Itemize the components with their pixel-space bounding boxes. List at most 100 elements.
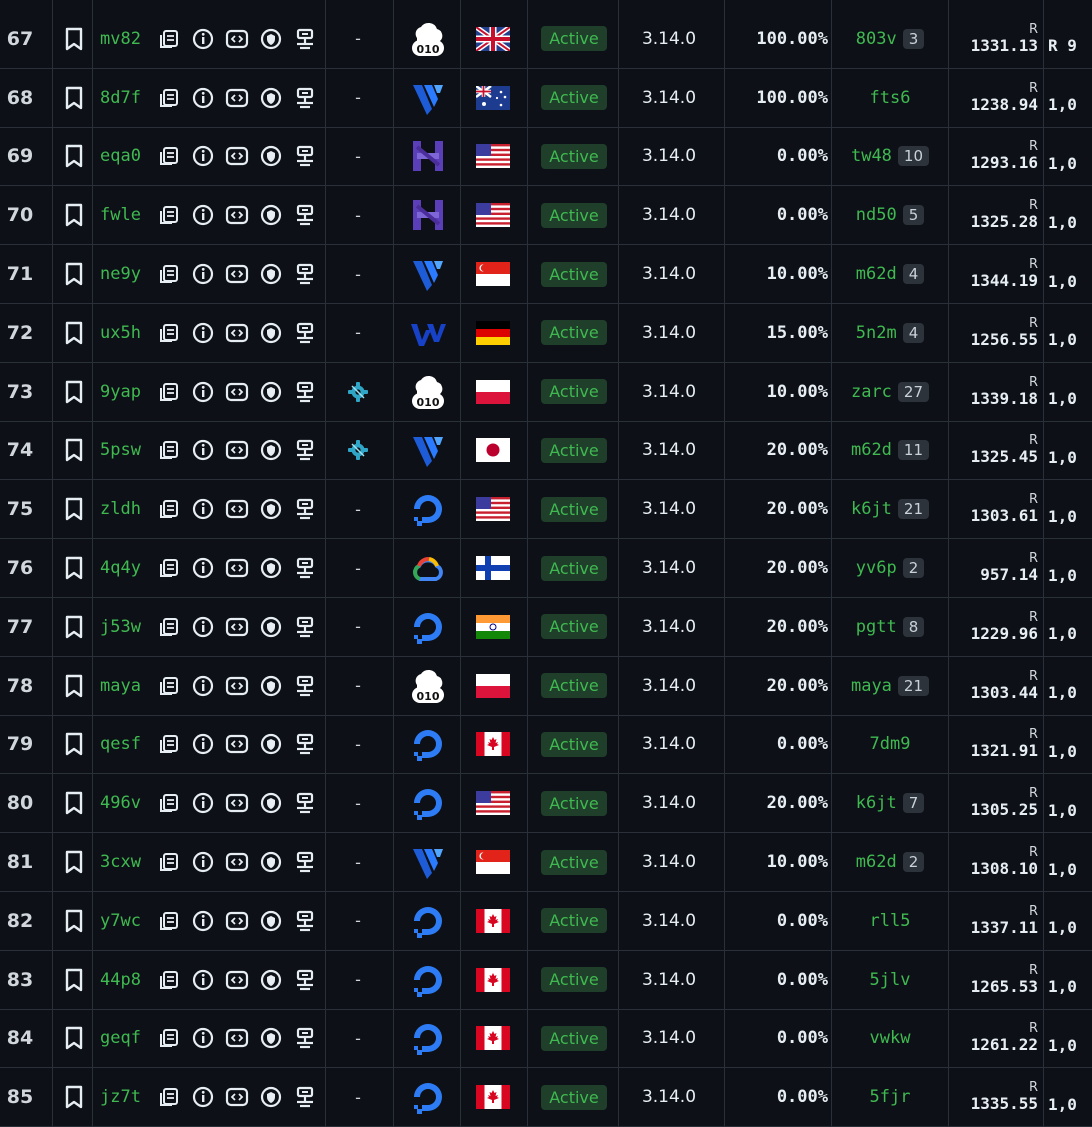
table-row[interactable]: 68 8d7f - Active 3.14.0 100.00% fts6 R 1238.94 1,… <box>0 69 1092 128</box>
bookmark-icon[interactable] <box>62 539 86 597</box>
server-icon[interactable] <box>293 262 317 286</box>
bookmark-icon[interactable] <box>62 951 86 1009</box>
table-row[interactable]: 72 ux5h - Active 3.14.0 15.00% 5n2m 4 R 1256.55 1,… <box>0 304 1092 363</box>
shield-icon[interactable] <box>259 615 283 639</box>
owner-link[interactable]: m62d <box>856 852 897 872</box>
table-row[interactable]: 74 5psw Active 3.14.0 20.00% m62d 11 R 1325.45 1,… <box>0 422 1092 481</box>
server-icon[interactable] <box>293 556 317 580</box>
code-icon[interactable] <box>225 438 249 462</box>
copy-icon[interactable] <box>157 203 181 227</box>
table-row[interactable]: 79 qesf - Active 3.14.0 0.00% 7dm9 R 1321.91 1,0 <box>0 716 1092 775</box>
code-icon[interactable] <box>225 380 249 404</box>
bookmark-icon[interactable] <box>62 186 86 244</box>
server-icon[interactable] <box>293 380 317 404</box>
copy-icon[interactable] <box>157 791 181 815</box>
bookmark-icon[interactable] <box>62 245 86 303</box>
owner-link[interactable]: rll5 <box>870 911 911 931</box>
info-icon[interactable] <box>191 438 215 462</box>
copy-icon[interactable] <box>157 968 181 992</box>
table-row[interactable]: 85 jz7t - Active 3.14.0 0.00% 5fjr R 1335.55 1,0 <box>0 1068 1092 1127</box>
owner-link[interactable]: m62d <box>856 264 897 284</box>
info-icon[interactable] <box>191 732 215 756</box>
code-icon[interactable] <box>225 86 249 110</box>
code-icon[interactable] <box>225 321 249 345</box>
owner-link[interactable]: vwkw <box>870 1028 911 1048</box>
owner-link[interactable]: nd50 <box>856 205 897 225</box>
table-row[interactable]: 77 j53w - Active 3.14.0 20.00% pgtt 8 R 1229.96 1,… <box>0 598 1092 657</box>
code-icon[interactable] <box>225 1026 249 1050</box>
table-row[interactable]: 73 9yap 010 Active 3.14.0 10.00% zarc 27 R 1339.1… <box>0 363 1092 422</box>
server-icon[interactable] <box>293 615 317 639</box>
shield-icon[interactable] <box>259 144 283 168</box>
node-id-link[interactable]: 8d7f <box>100 69 152 127</box>
node-id-link[interactable]: maya <box>100 657 152 715</box>
shield-icon[interactable] <box>259 380 283 404</box>
shield-icon[interactable] <box>259 556 283 580</box>
shield-icon[interactable] <box>259 1085 283 1109</box>
shield-icon[interactable] <box>259 968 283 992</box>
shield-icon[interactable] <box>259 732 283 756</box>
owner-link[interactable]: maya <box>851 676 892 696</box>
code-icon[interactable] <box>225 1085 249 1109</box>
shield-icon[interactable] <box>259 321 283 345</box>
node-id-link[interactable]: mv82 <box>100 10 152 68</box>
bookmark-icon[interactable] <box>62 892 86 950</box>
info-icon[interactable] <box>191 497 215 521</box>
server-icon[interactable] <box>293 144 317 168</box>
copy-icon[interactable] <box>157 732 181 756</box>
shield-icon[interactable] <box>259 1026 283 1050</box>
node-id-link[interactable]: 5psw <box>100 422 152 480</box>
info-icon[interactable] <box>191 791 215 815</box>
info-icon[interactable] <box>191 1085 215 1109</box>
server-icon[interactable] <box>293 497 317 521</box>
copy-icon[interactable] <box>157 497 181 521</box>
code-icon[interactable] <box>225 850 249 874</box>
info-icon[interactable] <box>191 86 215 110</box>
table-row[interactable]: 75 zldh - Active 3.14.0 20.00% k6jt 21 R 1303.61 1… <box>0 480 1092 540</box>
bookmark-icon[interactable] <box>62 833 86 891</box>
server-icon[interactable] <box>293 1085 317 1109</box>
node-id-link[interactable]: 44p8 <box>100 951 152 1009</box>
owner-link[interactable]: yv6p <box>856 558 897 578</box>
server-icon[interactable] <box>293 1026 317 1050</box>
node-id-link[interactable]: j53w <box>100 598 152 656</box>
server-icon[interactable] <box>293 203 317 227</box>
info-icon[interactable] <box>191 1026 215 1050</box>
code-icon[interactable] <box>225 791 249 815</box>
info-icon[interactable] <box>191 321 215 345</box>
copy-icon[interactable] <box>157 850 181 874</box>
code-icon[interactable] <box>225 144 249 168</box>
copy-icon[interactable] <box>157 438 181 462</box>
table-row[interactable]: 84 geqf - Active 3.14.0 0.00% vwkw R 1261.22 1,0 <box>0 1010 1092 1069</box>
bookmark-icon[interactable] <box>62 69 86 127</box>
code-icon[interactable] <box>225 615 249 639</box>
bookmark-icon[interactable] <box>62 1010 86 1068</box>
node-id-link[interactable]: y7wc <box>100 892 152 950</box>
code-icon[interactable] <box>225 27 249 51</box>
info-icon[interactable] <box>191 380 215 404</box>
bookmark-icon[interactable] <box>62 304 86 362</box>
server-icon[interactable] <box>293 850 317 874</box>
owner-link[interactable]: m62d <box>851 440 892 460</box>
shield-icon[interactable] <box>259 909 283 933</box>
copy-icon[interactable] <box>157 86 181 110</box>
bookmark-icon[interactable] <box>62 128 86 186</box>
table-row[interactable]: 76 4q4y - Active 3.14.0 20.00% yv6p 2 R 957.14 1,0 <box>0 539 1092 598</box>
shield-icon[interactable] <box>259 438 283 462</box>
code-icon[interactable] <box>225 732 249 756</box>
owner-link[interactable]: 803v <box>856 29 897 49</box>
copy-icon[interactable] <box>157 380 181 404</box>
copy-icon[interactable] <box>157 674 181 698</box>
server-icon[interactable] <box>293 438 317 462</box>
node-id-link[interactable]: 3cxw <box>100 833 152 891</box>
server-icon[interactable] <box>293 674 317 698</box>
node-id-link[interactable]: ux5h <box>100 304 152 362</box>
copy-icon[interactable] <box>157 615 181 639</box>
node-id-link[interactable]: 496v <box>100 774 152 832</box>
bookmark-icon[interactable] <box>62 1068 86 1126</box>
code-icon[interactable] <box>225 556 249 580</box>
info-icon[interactable] <box>191 262 215 286</box>
code-icon[interactable] <box>225 968 249 992</box>
table-row[interactable]: 70 fwle - Active 3.14.0 0.00% nd50 5 R 1325.28 1,0 <box>0 186 1092 246</box>
table-row[interactable]: 80 496v - Active 3.14.0 20.00% k6jt 7 R 1305.25 1,… <box>0 774 1092 834</box>
